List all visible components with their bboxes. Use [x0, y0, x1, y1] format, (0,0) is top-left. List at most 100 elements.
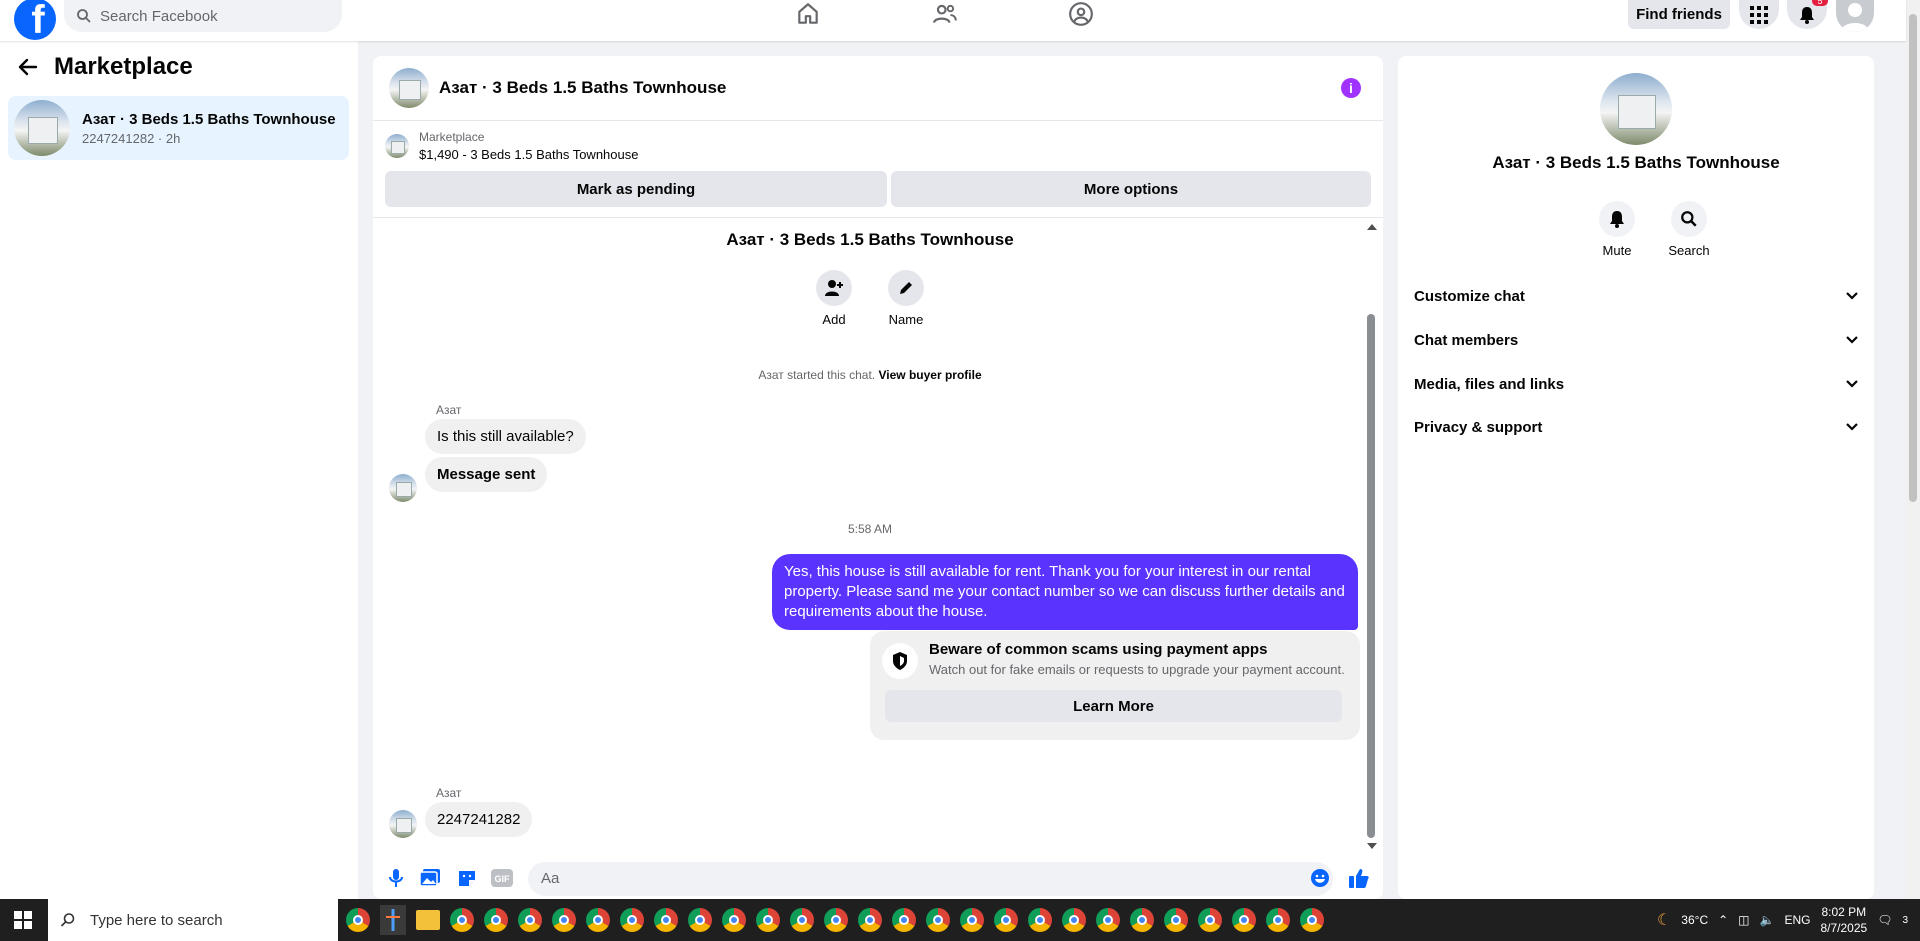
chrome-icon[interactable] — [346, 908, 370, 932]
chrome-icon[interactable] — [858, 908, 882, 932]
chrome-icon[interactable] — [1164, 908, 1188, 932]
chrome-icon[interactable] — [688, 908, 712, 932]
find-friends-button[interactable]: Find friends — [1628, 0, 1730, 29]
outgoing-message[interactable]: Yes, this house is still available for r… — [772, 554, 1358, 630]
network-icon[interactable]: ◫ — [1738, 913, 1749, 927]
account-avatar[interactable] — [1836, 0, 1874, 32]
system-clock[interactable]: 8:02 PM 8/7/2025 — [1820, 904, 1867, 936]
chevron-up-icon[interactable]: ⌃ — [1718, 913, 1728, 927]
sender-name: Азат — [436, 403, 462, 417]
scroll-down-arrow-icon[interactable] — [1367, 843, 1377, 849]
view-buyer-profile-link[interactable]: View buyer profile — [878, 368, 981, 382]
sender-avatar[interactable] — [389, 474, 417, 502]
search-in-chat-button[interactable]: Search — [1654, 201, 1724, 258]
chrome-icon[interactable] — [654, 908, 678, 932]
chrome-icon[interactable] — [586, 908, 610, 932]
volume-icon[interactable]: 🔈 — [1760, 913, 1775, 927]
search-input[interactable]: Search Facebook — [64, 0, 342, 32]
listing-detail[interactable]: $1,490 - 3 Beds 1.5 Baths Townhouse — [419, 147, 638, 162]
chrome-icon[interactable] — [552, 908, 576, 932]
chrome-icon[interactable] — [1028, 908, 1052, 932]
conversation-subtitle: 2247241282 · 2h — [82, 130, 181, 146]
back-arrow-icon[interactable] — [18, 57, 38, 77]
weather-temp[interactable]: 36°C — [1681, 913, 1708, 927]
chat-header-title[interactable]: Азат · 3 Beds 1.5 Baths Townhouse — [439, 78, 726, 98]
gif-icon[interactable]: GIF — [491, 867, 513, 889]
chevron-down-icon — [1846, 423, 1858, 431]
add-person-icon — [825, 280, 843, 296]
chrome-icon[interactable] — [620, 908, 644, 932]
chrome-icon[interactable] — [1096, 908, 1120, 932]
incoming-message[interactable]: Message sent — [425, 457, 548, 492]
listing-bar: Marketplace $1,490 - 3 Beds 1.5 Baths To… — [373, 122, 1383, 218]
chrome-icon[interactable] — [892, 908, 916, 932]
listing-small-thumb — [385, 134, 409, 158]
search-label: Search — [1668, 243, 1710, 258]
edit-name-button[interactable]: Name — [866, 270, 946, 327]
chat-info-avatar[interactable] — [1600, 73, 1672, 145]
chrome-icon[interactable] — [1266, 908, 1290, 932]
chrome-icon[interactable] — [994, 908, 1018, 932]
chrome-icon[interactable] — [1198, 908, 1222, 932]
chrome-icon[interactable] — [722, 908, 746, 932]
chrome-icon[interactable] — [926, 908, 950, 932]
mute-button[interactable]: Mute — [1582, 201, 1652, 258]
system-tray: ☾ 36°C ⌃ ◫ 🔈 ENG 8:02 PM 8/7/2025 🗨 3 — [1657, 899, 1920, 941]
chats-sidebar: Marketplace Азат · 3 Beds 1.5 Baths Town… — [0, 41, 358, 899]
taskbar-search-input[interactable]: Type here to search — [48, 899, 338, 941]
conversation-name: Азат · 3 Beds 1.5 Baths Townhouse — [82, 110, 336, 128]
chevron-down-icon — [1846, 336, 1858, 344]
incoming-message[interactable]: 2247241282 — [425, 802, 533, 837]
windows-start-icon[interactable] — [14, 911, 32, 929]
chrome-icon[interactable] — [756, 908, 780, 932]
section-privacy-support[interactable]: Privacy & support — [1414, 412, 1858, 442]
add-people-button[interactable]: Add — [794, 270, 874, 327]
friends-icon[interactable] — [925, 0, 965, 28]
sender-name: Азат — [436, 786, 462, 800]
warning-title: Beware of common scams using payment app… — [929, 641, 1268, 658]
chrome-icon[interactable] — [824, 908, 848, 932]
scroll-up-arrow-icon[interactable] — [1367, 224, 1377, 230]
section-customize-chat[interactable]: Customize chat — [1414, 281, 1858, 311]
thumbs-up-icon[interactable] — [1348, 867, 1370, 889]
section-chat-members[interactable]: Chat members — [1414, 325, 1858, 355]
chrome-icon[interactable] — [1062, 908, 1086, 932]
learn-more-button[interactable]: Learn More — [885, 690, 1342, 722]
chevron-down-icon — [1846, 380, 1858, 388]
app-icon[interactable] — [380, 905, 406, 935]
chrome-icon[interactable] — [1232, 908, 1256, 932]
microphone-icon[interactable] — [385, 867, 407, 889]
page-scrollbar[interactable] — [1906, 0, 1920, 899]
conversation-item[interactable]: Азат · 3 Beds 1.5 Baths Townhouse 224724… — [8, 96, 349, 160]
weather-icon[interactable]: ☾ — [1657, 910, 1671, 930]
mute-label: Mute — [1602, 243, 1632, 258]
incoming-message[interactable]: Is this still available? — [425, 419, 586, 454]
chrome-icon[interactable] — [518, 908, 542, 932]
chat-started-notice: Азат started this chat. View buyer profi… — [758, 368, 982, 382]
menu-grid-icon[interactable] — [1739, 0, 1779, 29]
file-explorer-icon[interactable] — [416, 910, 440, 930]
chrome-icon[interactable] — [790, 908, 814, 932]
facebook-logo-icon[interactable]: f — [14, 0, 56, 40]
sticker-icon[interactable] — [456, 867, 478, 889]
chrome-icon[interactable] — [450, 908, 474, 932]
groups-icon[interactable] — [1061, 0, 1101, 28]
chrome-icon[interactable] — [1300, 908, 1324, 932]
info-icon[interactable]: i — [1341, 78, 1361, 98]
language-indicator[interactable]: ENG — [1784, 913, 1810, 927]
sender-avatar[interactable] — [389, 810, 417, 838]
mark-as-pending-button[interactable]: Mark as pending — [385, 171, 887, 207]
emoji-icon[interactable] — [1309, 867, 1331, 889]
notification-center-icon[interactable]: 🗨 — [1877, 913, 1892, 927]
home-icon[interactable] — [788, 0, 828, 28]
chrome-icon[interactable] — [960, 908, 984, 932]
photo-icon[interactable] — [419, 867, 441, 889]
chat-scrollbar[interactable] — [1367, 314, 1375, 838]
shield-icon — [893, 652, 907, 670]
message-input[interactable]: Aa — [528, 862, 1333, 896]
more-options-button[interactable]: More options — [891, 171, 1371, 207]
chrome-icon[interactable] — [1130, 908, 1154, 932]
section-media-files-links[interactable]: Media, files and links — [1414, 369, 1858, 399]
chat-header-avatar[interactable] — [389, 68, 429, 108]
chrome-icon[interactable] — [484, 908, 508, 932]
